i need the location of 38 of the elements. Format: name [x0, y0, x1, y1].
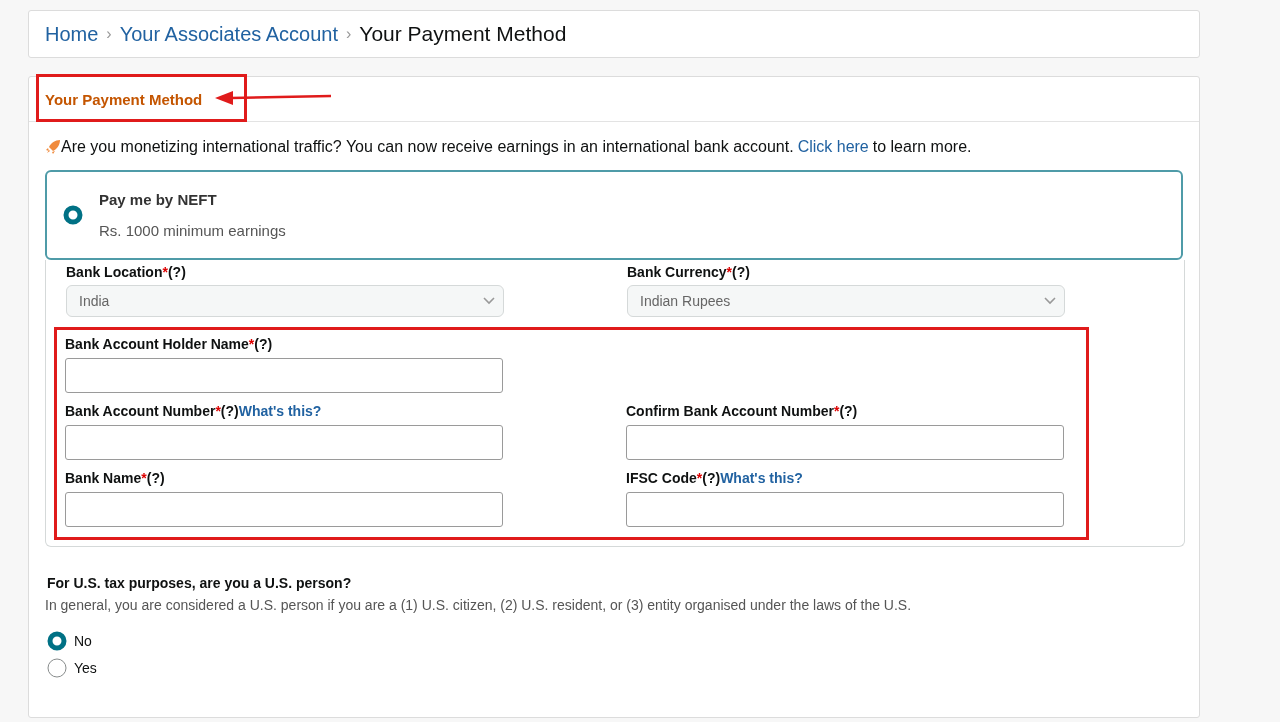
input-field[interactable]	[65, 358, 503, 393]
select-dropdown[interactable]: India	[66, 285, 504, 317]
radio-label: Yes	[74, 660, 97, 676]
field-label: Bank Account Holder Name*(?)	[65, 336, 273, 354]
field-label: Bank Account Number*(?)	[65, 403, 239, 421]
notice-text: Are you monetizing international traffic? You can now receive earnings in an international bank account.	[61, 138, 794, 156]
radio-label: No	[74, 633, 92, 649]
tax-question: For U.S. tax purposes, are you a U.S. person?	[47, 575, 353, 591]
field-label: Bank Name*(?)	[65, 470, 165, 488]
section-title: Your Payment Method	[45, 90, 203, 108]
tax-hint: In general, you are considered a U.S. person if you are a (1) U.S. citizen, (2) U.S. resident, or (3) entity organised under the laws of the U.S.	[45, 597, 913, 613]
click-here-link[interactable]: Click here	[797, 138, 869, 156]
breadcrumb-current: Your Payment Method	[359, 22, 567, 46]
input-field[interactable]	[626, 425, 1064, 460]
field-label: Bank Currency*(?)	[627, 264, 750, 282]
field-label: Bank Location*(?)	[66, 264, 186, 282]
chevron-down-icon	[1044, 297, 1056, 305]
notice-text: to learn more.	[872, 138, 972, 156]
field-label: IFSC Code*(?)	[626, 470, 721, 488]
select-dropdown[interactable]: Indian Rupees	[627, 285, 1065, 317]
radio-button[interactable]	[47, 658, 67, 678]
input-field[interactable]	[65, 492, 503, 527]
rocket-icon	[45, 139, 61, 155]
payment-option[interactable]: Pay me by NEFT Rs. 1000 minimum earnings	[45, 170, 1183, 260]
whats-this-link[interactable]: What's this?	[720, 470, 803, 490]
breadcrumb-link[interactable]: Your Associates Account	[119, 22, 338, 46]
radio-button[interactable]	[47, 631, 67, 651]
chevron-down-icon	[483, 297, 495, 305]
breadcrumb-link[interactable]: Home	[45, 22, 99, 46]
option-subtitle: Rs. 1000 minimum earnings	[99, 222, 286, 239]
breadcrumb-separator: ›	[106, 25, 112, 43]
input-field[interactable]	[65, 425, 503, 460]
breadcrumb-separator: ›	[346, 25, 352, 43]
field-label: Confirm Bank Account Number*(?)	[626, 403, 858, 421]
whats-this-link[interactable]: What's this?	[238, 403, 322, 423]
radio-button[interactable]	[63, 205, 83, 225]
option-title: Pay me by NEFT	[99, 191, 218, 208]
input-field[interactable]	[626, 492, 1064, 527]
